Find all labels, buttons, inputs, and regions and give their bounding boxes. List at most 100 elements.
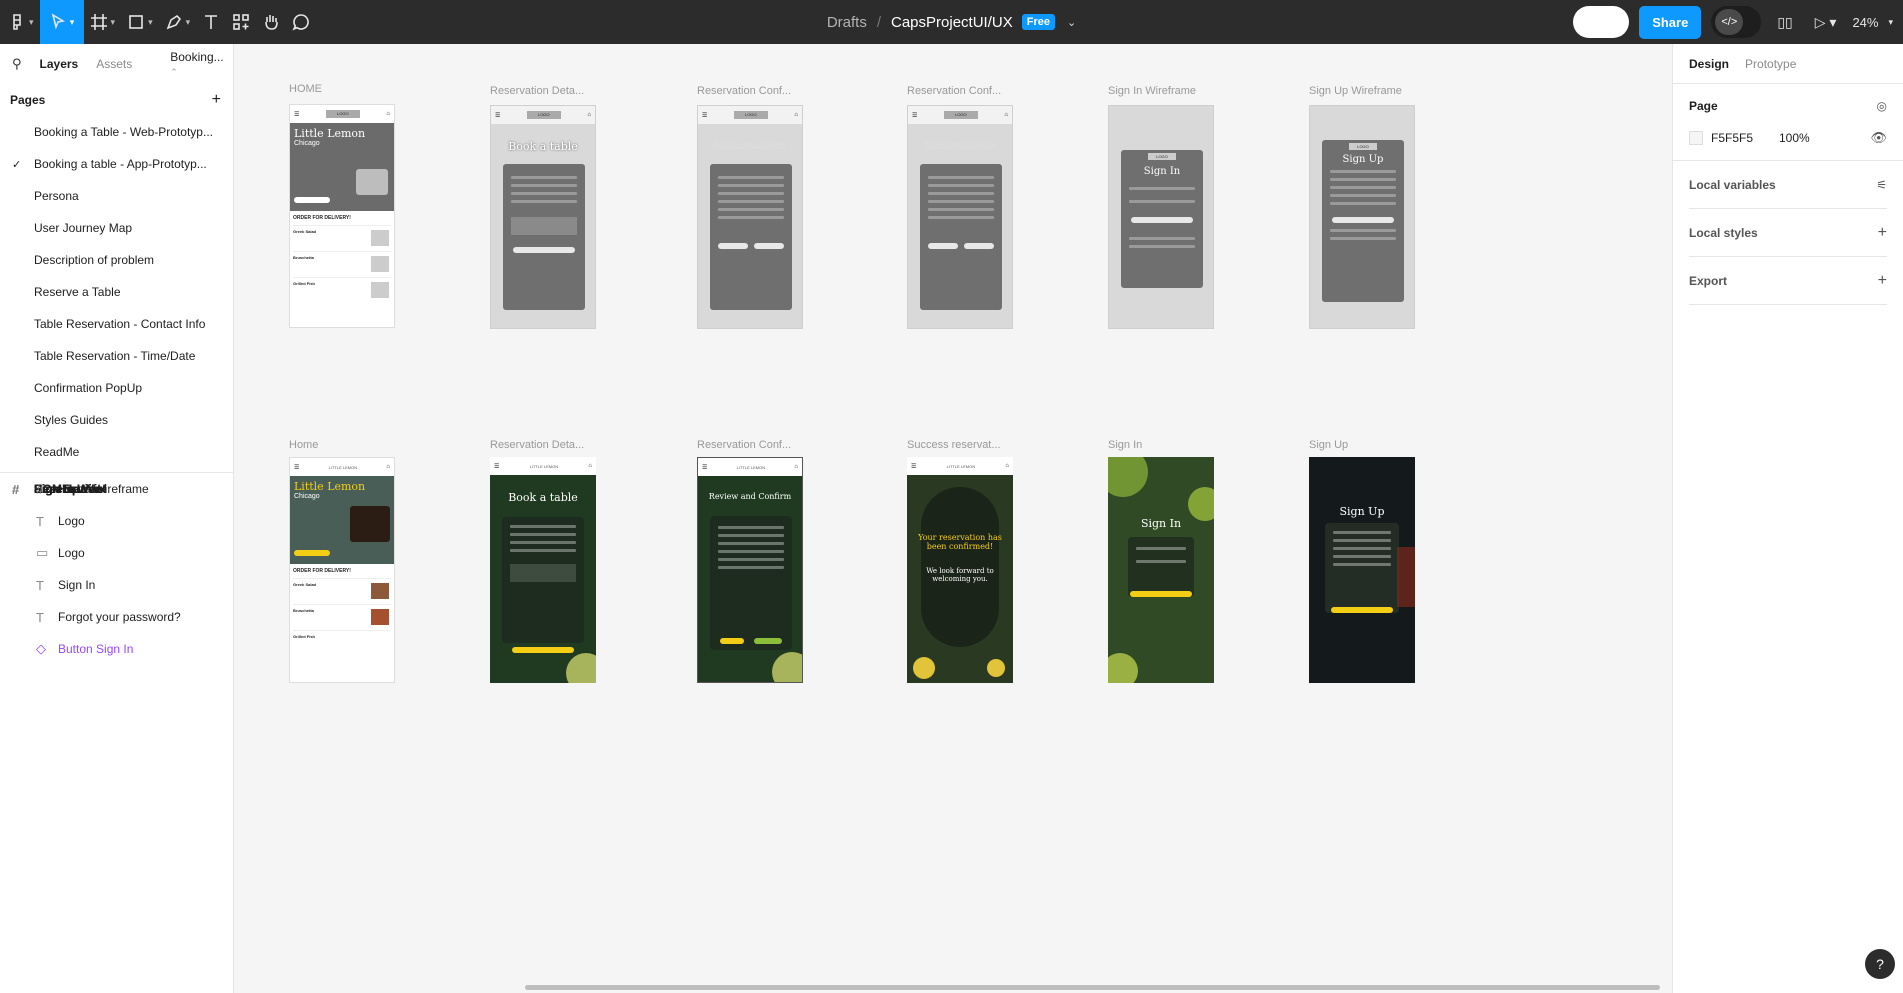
variables-settings-icon[interactable]: ⚟ [1876,178,1887,192]
page-color-swatch[interactable] [1689,131,1703,145]
chevron-down-icon: ▾ [185,16,191,27]
edit-button-placeholder [718,243,748,249]
frame-label[interactable]: Reservation Conf... [907,85,1001,97]
reservation-details-frame[interactable]: ☰ LITTLE LEMON ⌂ Book a table [490,457,596,683]
lemon-image [987,659,1005,677]
password-field-placeholder [1129,200,1195,203]
drafts-breadcrumb[interactable]: Drafts [827,14,867,31]
file-menu-chevron-icon[interactable]: ⌄ [1067,16,1076,29]
tab-layers[interactable]: Layers [40,57,79,71]
comment-tool-button[interactable] [286,0,316,44]
frame-label[interactable]: Sign Up Wireframe [1309,85,1402,97]
lime-image [1188,487,1214,521]
help-button[interactable]: ? [1865,949,1895,979]
page-item[interactable]: Booking a Table - Web-Prototyp... [0,116,233,148]
page-label: Description of problem [34,253,155,267]
layer-item[interactable]: T Sign In [0,569,233,601]
local-styles-section[interactable]: Local styles + [1673,209,1903,257]
frame-label[interactable]: Reservation Conf... [697,439,791,451]
page-color-row[interactable]: F5F5F5 100% 👁 [1689,128,1887,148]
layer-item[interactable]: T Logo [0,505,233,537]
horizontal-scrollbar[interactable] [525,985,1660,990]
add-export-icon[interactable]: + [1878,272,1887,290]
sign-up-frame[interactable]: Sign Up [1309,457,1415,683]
page-item[interactable]: Table Reservation - Contact Info [0,308,233,340]
summary-line [928,192,994,195]
tab-assets[interactable]: Assets [96,57,132,71]
edit-button [720,638,744,644]
layer-item[interactable]: # Home Wireframe [0,473,233,505]
hero-city: Chicago [294,493,320,500]
file-name[interactable]: CapsProjectUI/UX [891,14,1013,31]
reservation-confirmation-wireframe-frame[interactable]: ☰ LOGO ⌂ Review and Confirm [697,105,803,329]
page-switcher[interactable]: Booking... ⌃ [170,50,233,78]
shape-tool-button[interactable]: ▾ [121,0,159,44]
resources-tool-button[interactable] [226,0,256,44]
text-tool-button[interactable] [196,0,226,44]
review-title: Review and Confirm [708,492,792,501]
basket-icon: ⌂ [1005,463,1009,469]
search-icon[interactable]: ⚲ [12,56,22,72]
frame-tool-button[interactable]: ▾ [84,0,122,44]
page-opacity[interactable]: 100% [1779,131,1862,145]
zoom-level[interactable]: 24% [1852,15,1878,30]
page-color-hex[interactable]: F5F5F5 [1711,131,1771,145]
page-settings-icon[interactable]: ◎ [1877,99,1887,113]
layers-list: #Sign In #Sign Up Wireframe #Sign In Wir… [0,473,233,665]
local-variables-section[interactable]: Local variables ⚟ [1673,161,1903,209]
reservation-confirmation-frame[interactable]: ☰ LITTLE LEMON ⌂ Review and Confirm [697,457,803,683]
page-item[interactable]: Description of problem [0,244,233,276]
sign-in-frame[interactable]: Sign In [1108,457,1214,683]
reservation-confirmation-wireframe-frame-2[interactable]: ☰ LOGO ⌂ Review and Confirm [907,105,1013,329]
page-item[interactable]: Table Reservation - Time/Date [0,340,233,372]
hero-city: Chicago [294,140,320,147]
home-frame[interactable]: ☰ LITTLE LEMON ⌂ Little Lemon Chicago ORDE… [289,457,395,683]
frame-label[interactable]: Sign In Wireframe [1108,85,1196,97]
add-page-icon[interactable]: + [212,91,221,109]
reservation-details-wireframe-frame[interactable]: ☰ LOGO ⌂ Book a table [490,105,596,329]
sign-up-wireframe-frame[interactable]: LOGO Sign Up [1309,105,1415,329]
avatar[interactable] [1573,6,1630,38]
home-wireframe-frame[interactable]: ☰ LOGO ⌂ Little Lemon Chicago ORDER FOR … [289,104,395,328]
tab-design[interactable]: Design [1689,57,1729,71]
frame-label[interactable]: Home [289,439,318,451]
page-item-current[interactable]: ✓ Booking a table - App-Prototyp... [0,148,233,180]
move-tool-button[interactable]: ▾ [39,0,84,44]
chevron-down-icon[interactable]: ▾ [1888,17,1893,28]
frame-label[interactable]: Success reservat... [907,439,1001,451]
success-reservation-frame[interactable]: ☰ LITTLE LEMON ⌂ Your reservation has been… [907,457,1013,683]
page-item[interactable]: Styles Guides [0,404,233,436]
pen-icon [166,14,181,30]
canvas[interactable]: HOME Reservation Deta... Reservation Con… [234,44,1672,993]
frame-label[interactable]: Reservation Deta... [490,439,584,451]
menu-icon: ☰ [702,112,708,119]
share-button[interactable]: Share [1639,5,1702,39]
frame-label[interactable]: Reservation Deta... [490,85,584,97]
library-icon[interactable]: ▯▯ [1771,14,1798,31]
layer-item[interactable]: ▭ Logo [0,537,233,569]
page-item[interactable]: Persona [0,180,233,212]
main-menu-button[interactable]: ▾ [0,0,40,44]
layer-item[interactable]: T Forgot your password? [0,601,233,633]
tab-prototype[interactable]: Prototype [1745,57,1796,71]
page-item[interactable]: Confirmation PopUp [0,372,233,404]
eye-icon[interactable]: 👁 [1870,130,1887,146]
summary-line [928,176,994,179]
export-section[interactable]: Export + [1673,257,1903,305]
present-icon[interactable]: ▷ ▾ [1809,14,1843,31]
hand-tool-button[interactable] [256,0,286,44]
menu-row: Grilled Fish [293,630,391,656]
frame-label[interactable]: Reservation Conf... [697,85,791,97]
pen-tool-button[interactable]: ▾ [159,0,197,44]
page-item[interactable]: User Journey Map [0,212,233,244]
page-item[interactable]: Reserve a Table [0,276,233,308]
frame-label[interactable]: HOME [289,83,322,95]
dev-mode-toggle[interactable]: </> [1711,6,1762,38]
frame-label[interactable]: Sign Up [1309,439,1348,451]
sign-in-wireframe-frame[interactable]: LOGO Sign In [1108,105,1214,329]
form-line [1330,186,1396,189]
page-item[interactable]: ReadMe [0,436,233,468]
add-style-icon[interactable]: + [1878,224,1887,242]
layer-item[interactable]: ◇ Button Sign In [0,633,233,665]
frame-label[interactable]: Sign In [1108,439,1142,451]
